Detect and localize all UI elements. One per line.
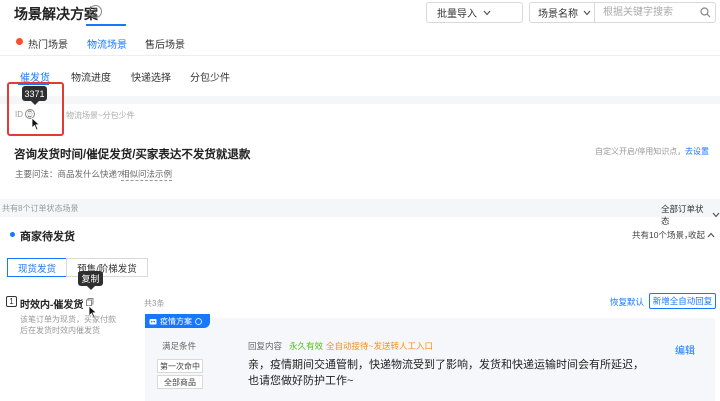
section-dot-icon bbox=[10, 232, 15, 237]
batch-import-label: 批量导入 bbox=[437, 9, 477, 20]
collapse-label: 收起 bbox=[688, 230, 706, 240]
scene-path: 物流场景~分包少件 bbox=[66, 111, 135, 120]
mouse-cursor-icon bbox=[31, 117, 41, 131]
order-status-band bbox=[0, 199, 720, 217]
main-tabs: 热门场景 物流场景 售后场景 bbox=[0, 30, 720, 56]
condition-chip: 全部商品 bbox=[157, 375, 203, 389]
order-status-filter[interactable]: 全部订单状态 bbox=[661, 203, 720, 227]
custom-knowledge-text: 自定义开启/停用知识点， bbox=[595, 147, 686, 156]
chevron-down-icon bbox=[712, 212, 720, 218]
chevron-down-icon bbox=[583, 10, 591, 16]
condition-label: 满足条件 bbox=[162, 341, 197, 351]
id-tooltip: 3371 bbox=[22, 86, 47, 105]
reply-content-label: 回复内容 bbox=[248, 341, 283, 351]
plan-tag: 疫情方案 bbox=[145, 314, 210, 328]
tab-aftersale-scenes[interactable]: 售后场景 bbox=[145, 36, 185, 51]
question-circle-icon[interactable] bbox=[195, 317, 202, 325]
robot-icon bbox=[149, 317, 157, 325]
id-label: ID bbox=[15, 110, 23, 119]
batch-import-button[interactable]: 批量导入 bbox=[426, 2, 523, 23]
page-title: 场景解决方案 bbox=[14, 6, 98, 22]
subtab-courier-choice[interactable]: 快递选择 bbox=[131, 69, 171, 84]
hot-dot-icon bbox=[16, 38, 23, 45]
search-field-label: 场景名称 bbox=[538, 9, 578, 20]
section-divider bbox=[0, 96, 720, 104]
card-description: 该笔订单为现货，买家付款后在发货时效内催发货 bbox=[20, 315, 116, 335]
tab-logistics-scenes[interactable]: 物流场景 bbox=[87, 36, 127, 51]
card-title: 时效内-催发货 bbox=[20, 300, 84, 311]
scene-count-summary: 共有10个场景， bbox=[632, 230, 693, 240]
order-status-count: 共有8个订单状态场景 bbox=[2, 204, 79, 213]
scene-title: 咨询发货时间/催促发货/买家表达不发货就退款 bbox=[14, 149, 251, 161]
collapse-button[interactable]: 收起 bbox=[688, 229, 715, 241]
copy-tooltip: 复制 bbox=[78, 271, 103, 290]
merchant-section-title: 商家待发货 bbox=[20, 231, 75, 243]
validity-tag: 永久有效 bbox=[289, 341, 324, 351]
subtab-logistics-progress[interactable]: 物流进度 bbox=[71, 69, 111, 84]
tab-in-stock-shipping[interactable]: 现货发货 bbox=[7, 258, 67, 277]
search-group: 场景名称 bbox=[529, 2, 716, 23]
plan-tag-label: 疫情方案 bbox=[160, 316, 192, 326]
scene-question: 主要问法：商品发什么快递? bbox=[15, 169, 122, 179]
reply-count: 共3条 bbox=[144, 299, 165, 308]
subtab-partial-package[interactable]: 分包少件 bbox=[190, 69, 230, 84]
add-auto-reply-button[interactable]: 新增全自动回复 bbox=[649, 293, 716, 309]
card-number: 1 bbox=[6, 296, 17, 307]
search-field-select[interactable]: 场景名称 bbox=[530, 3, 595, 22]
edit-button[interactable]: 编辑 bbox=[675, 342, 695, 357]
similar-questions-link[interactable]: 相似问法示例 bbox=[121, 168, 173, 181]
restore-default-button[interactable]: 恢复默认 bbox=[610, 296, 644, 308]
reply-content-text: 亲，疫情期间交通管制，快递物流受到了影响，发货和快递运输时间会有所延迟，也请您做… bbox=[248, 359, 644, 387]
go-settings-link[interactable]: 去设置 bbox=[685, 146, 709, 157]
condition-chip: 第一次命中 bbox=[157, 359, 203, 373]
active-tab-indicator bbox=[86, 24, 126, 26]
search-input[interactable] bbox=[595, 3, 695, 22]
reception-mode-tag: 全自动接待~发送转人工入口 bbox=[326, 341, 433, 351]
order-status-filter-label: 全部订单状态 bbox=[661, 204, 704, 226]
search-icon[interactable] bbox=[695, 3, 715, 22]
question-circle-icon[interactable]: ? bbox=[89, 5, 102, 18]
tab-hot-scenes[interactable]: 热门场景 bbox=[28, 36, 68, 51]
chevron-down-icon bbox=[483, 10, 491, 16]
chevron-up-icon bbox=[707, 232, 715, 238]
